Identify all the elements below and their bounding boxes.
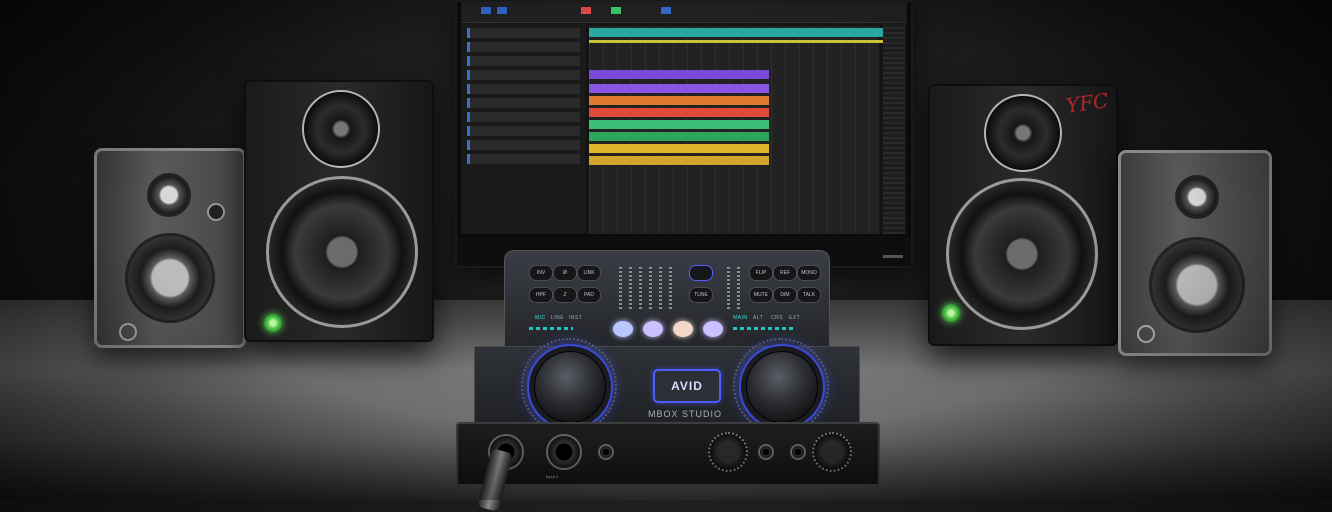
audio-interface: INV Ø LINK HPF Z PAD TUNE FLIP MUTE DIM … bbox=[456, 250, 880, 486]
button-flip[interactable]: FLIP bbox=[749, 265, 773, 281]
right-small-speaker bbox=[1118, 150, 1272, 356]
input-meter bbox=[669, 267, 672, 309]
port bbox=[207, 203, 225, 221]
woofer bbox=[266, 176, 418, 328]
output-meter bbox=[727, 267, 730, 309]
input-meter bbox=[659, 267, 662, 309]
input-meter bbox=[619, 267, 622, 309]
button-tune[interactable]: TUNE bbox=[689, 287, 713, 303]
input-meter bbox=[629, 267, 632, 309]
button-pad[interactable]: PAD bbox=[577, 287, 601, 303]
interface-top-panel: INV Ø LINK HPF Z PAD TUNE FLIP MUTE DIM … bbox=[504, 250, 830, 348]
avid-logo: AVID bbox=[653, 369, 721, 403]
tweeter bbox=[1175, 175, 1219, 219]
daw-clip bbox=[589, 120, 769, 129]
daw-meters bbox=[883, 24, 905, 234]
button-mute[interactable]: MUTE bbox=[749, 287, 773, 303]
pad-button-1[interactable] bbox=[613, 321, 633, 337]
monitor-volume-knob[interactable] bbox=[746, 351, 818, 423]
interface-front-panel: Input 1 Input 2 bbox=[456, 422, 880, 486]
input-2-label: Input 2 bbox=[546, 474, 559, 479]
interface-knob-panel: AVID MBOX STUDIO bbox=[474, 338, 860, 434]
input-meter bbox=[649, 267, 652, 309]
output-mode-alt: ALT bbox=[753, 315, 764, 321]
tweeter bbox=[147, 173, 191, 217]
button-dim[interactable]: DIM bbox=[773, 287, 797, 303]
woofer bbox=[1149, 237, 1245, 333]
mackie-led-icon bbox=[264, 314, 282, 332]
product-name: MBOX STUDIO bbox=[647, 409, 722, 419]
input-led-strip bbox=[529, 327, 573, 330]
daw-clip bbox=[589, 144, 769, 153]
daw-clip bbox=[589, 28, 889, 37]
handwritten-label: YFC bbox=[1064, 88, 1110, 118]
pad-button-2[interactable] bbox=[643, 321, 663, 337]
input-gain-knob[interactable] bbox=[534, 351, 606, 423]
headphone-jack-1[interactable] bbox=[758, 444, 774, 460]
daw-clip bbox=[589, 96, 769, 105]
input-mode-inst: INST bbox=[569, 315, 583, 321]
output-mode-ext: EXT bbox=[789, 315, 801, 321]
output-meter bbox=[737, 267, 740, 309]
left-small-speaker bbox=[94, 148, 246, 348]
daw-clip bbox=[589, 108, 769, 117]
right-large-speaker: YFC bbox=[928, 84, 1118, 346]
daw-clip bbox=[589, 156, 769, 165]
button-z[interactable]: Z bbox=[553, 287, 577, 303]
button-hpf[interactable]: HPF bbox=[529, 287, 553, 303]
woofer bbox=[946, 178, 1098, 330]
button-link[interactable]: LINK bbox=[577, 265, 601, 281]
tweeter bbox=[302, 90, 380, 168]
button-talk[interactable]: TALK bbox=[797, 287, 821, 303]
daw-track-list bbox=[461, 24, 586, 234]
button-ref[interactable]: REF bbox=[773, 265, 797, 281]
tweeter bbox=[984, 94, 1062, 172]
headphone-knob-2[interactable] bbox=[812, 432, 852, 472]
left-large-speaker bbox=[244, 80, 434, 342]
output-mode-crs: CRS bbox=[771, 315, 784, 321]
button-mono[interactable]: MONO bbox=[797, 265, 821, 281]
mackie-icon bbox=[1137, 325, 1155, 343]
headphone-jack-2[interactable] bbox=[790, 444, 806, 460]
computer-monitor bbox=[455, 0, 913, 268]
input-mode-mic: MIC bbox=[535, 315, 546, 321]
combo-input-2[interactable] bbox=[546, 434, 582, 470]
pad-button-4[interactable] bbox=[703, 321, 723, 337]
daw-clip bbox=[589, 40, 889, 43]
daw-screen bbox=[461, 2, 907, 234]
mackie-led-icon bbox=[942, 304, 960, 322]
daw-toolbar bbox=[461, 2, 907, 23]
button-phase[interactable]: Ø bbox=[553, 265, 577, 281]
input-mode-line: LINE bbox=[551, 315, 565, 321]
headphone-knob-1[interactable] bbox=[708, 432, 748, 472]
output-mode-main: MAIN bbox=[733, 315, 748, 321]
daw-clip bbox=[589, 70, 769, 79]
daw-clip bbox=[589, 84, 769, 93]
daw-clip bbox=[589, 132, 769, 141]
button-inv[interactable]: INV bbox=[529, 265, 553, 281]
hi-z-out[interactable] bbox=[598, 444, 614, 460]
woofer bbox=[125, 233, 215, 323]
mackie-icon bbox=[119, 323, 137, 341]
avid-center-button[interactable] bbox=[689, 265, 713, 281]
output-led-strip bbox=[733, 327, 793, 330]
daw-timeline bbox=[589, 26, 889, 234]
input-meter bbox=[639, 267, 642, 309]
pad-button-3[interactable] bbox=[673, 321, 693, 337]
